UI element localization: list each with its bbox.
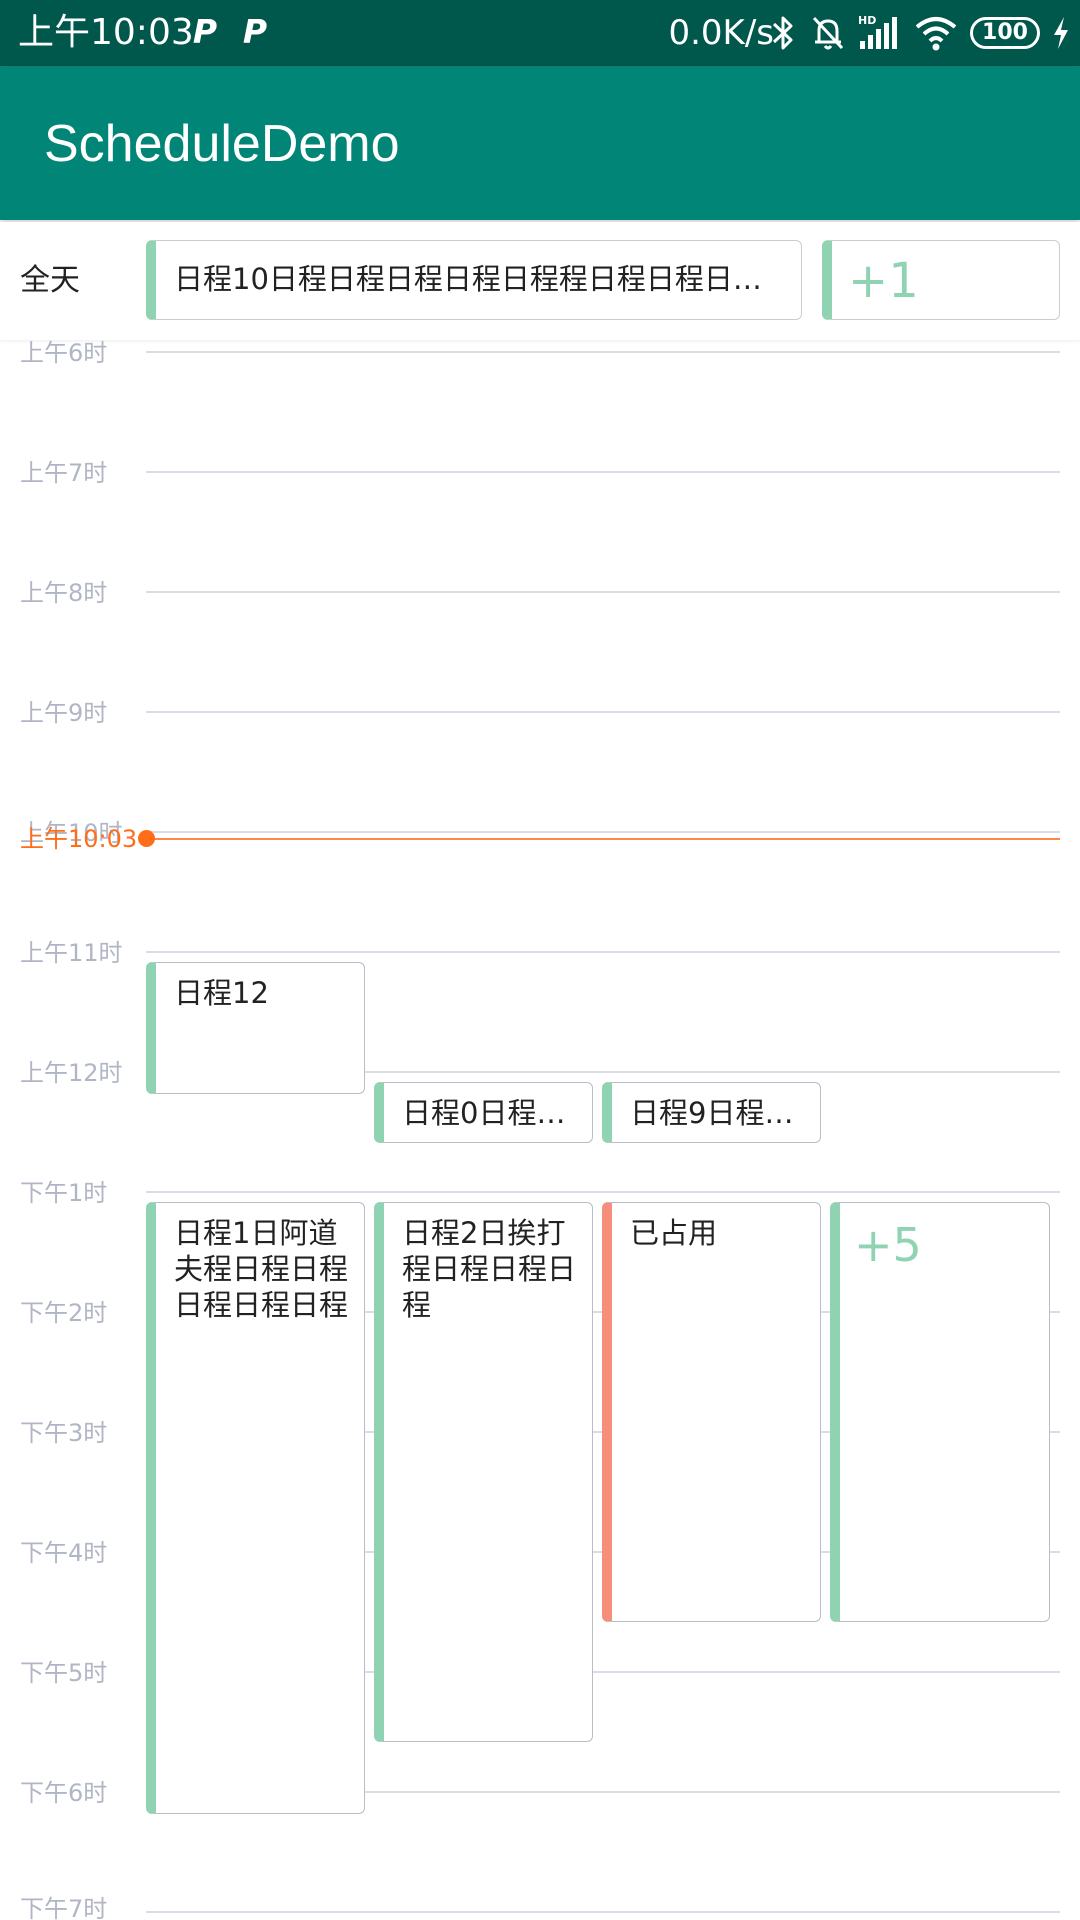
hour-line (146, 831, 1060, 833)
parking-notification-icon: P (192, 12, 218, 51)
status-bar: 上午10:03 P P 0.0K/s HD 100 (0, 0, 1080, 66)
all-day-more-count: +1 (848, 253, 919, 309)
hour-label: 下午3时 (20, 1419, 108, 1447)
hour-label: 上午11时 (20, 939, 123, 967)
current-time-dot (138, 830, 155, 847)
app-bar: ScheduleDemo (0, 66, 1080, 220)
schedule-screen: { "status_bar": { "time": "上午10:03", "no… (0, 0, 1080, 1920)
event-card[interactable]: 日程12 (146, 962, 365, 1094)
network-speed: 0.0K/s (668, 13, 774, 53)
hour-line (146, 711, 1060, 713)
current-time-label: 上午10:03 (20, 825, 138, 853)
hour-label: 上午9时 (20, 699, 108, 727)
hour-label: 下午5时 (20, 1659, 108, 1687)
mute-icon (812, 16, 844, 50)
busy-event-card[interactable]: 已占用 (602, 1202, 821, 1622)
hour-label: 上午8时 (20, 579, 108, 607)
event-card[interactable]: 日程1日阿道夫程日程日程日程日程日程 (146, 1202, 365, 1814)
hour-label: 下午7时 (20, 1895, 108, 1920)
hour-label: 下午6时 (20, 1779, 108, 1807)
event-title: 日程1日阿道夫程日程日程日程日程日程 (174, 1216, 349, 1322)
hour-line (146, 1191, 1060, 1193)
event-title: 日程12 (174, 976, 269, 1010)
more-events-count: +5 (854, 1218, 922, 1272)
all-day-row: 全天 日程10日程日程日程日程日程程日程日程日… +1 (0, 222, 1080, 340)
hour-label: 下午4时 (20, 1539, 108, 1567)
all-day-event-title: 日程10日程日程日程日程日程程日程日程日… (174, 262, 762, 296)
battery-indicator: 100 (970, 17, 1040, 49)
hour-label: 上午6时 (20, 339, 108, 367)
all-day-more-button[interactable]: +1 (822, 240, 1060, 320)
event-title: 日程9日程… (630, 1096, 794, 1130)
app-title: ScheduleDemo (44, 115, 400, 173)
event-card[interactable]: 日程2日挨打程日程日程日程 (374, 1202, 593, 1742)
charging-icon (1054, 17, 1068, 49)
hour-line (146, 591, 1060, 593)
parking-notification-icon: P (242, 12, 268, 51)
event-card[interactable]: 日程9日程… (602, 1082, 821, 1143)
hour-label: 上午7时 (20, 459, 108, 487)
status-time: 上午10:03 (18, 12, 194, 53)
hour-label: 下午1时 (20, 1179, 108, 1207)
event-title: 已占用 (630, 1216, 718, 1250)
hour-line (146, 351, 1060, 353)
event-card[interactable]: 日程0日程0… (374, 1082, 593, 1143)
all-day-label: 全天 (20, 263, 80, 298)
hour-label: 上午12时 (20, 1059, 123, 1087)
more-events-button[interactable]: +5 (830, 1202, 1050, 1622)
hour-line (146, 1911, 1060, 1913)
wifi-icon (915, 17, 957, 51)
hour-line (146, 951, 1060, 953)
event-title: 日程0日程0… (402, 1096, 578, 1130)
svg-text:HD: HD (858, 14, 876, 27)
all-day-event-card[interactable]: 日程10日程日程日程日程日程程日程日程日… (146, 240, 802, 320)
bluetooth-icon (772, 16, 793, 50)
hour-label: 下午2时 (20, 1299, 108, 1327)
event-title: 日程2日挨打程日程日程日程 (402, 1216, 577, 1322)
hour-line (146, 471, 1060, 473)
hd-signal-icon: HD (858, 14, 897, 49)
current-time-line (146, 838, 1060, 840)
